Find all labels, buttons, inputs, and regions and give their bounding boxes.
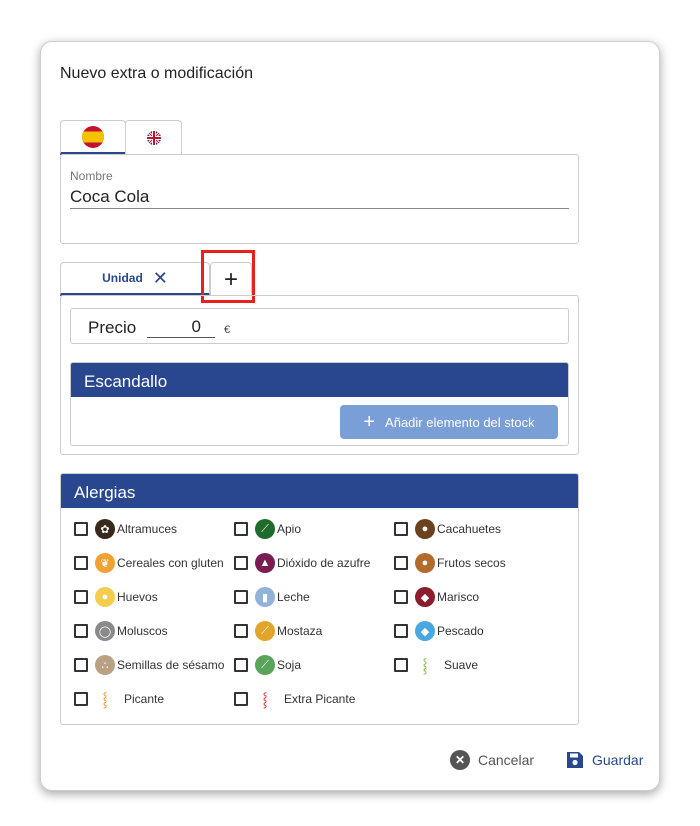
allergy-label: Suave [444,658,479,672]
allergy-checkbox[interactable] [234,556,248,570]
allergy-checkbox[interactable] [234,692,248,706]
unit-panel: Precio 0 € Escandallo + Añadir elemento … [60,295,579,455]
uk-flag-icon [146,131,161,145]
allergy-checkbox[interactable] [234,658,248,672]
allergy-checkbox[interactable] [234,522,248,536]
allergy-label: Dióxido de azufre [277,556,371,570]
allergy-label: Apio [277,522,302,536]
allergy-item: ⸾ Picante [74,688,232,710]
allergy-checkbox[interactable] [74,624,88,638]
allergy-checkbox[interactable] [234,624,248,638]
name-section: Nombre Coca Cola [60,154,579,244]
tab-language-spanish[interactable] [60,120,126,155]
cancel-label: Cancelar [478,752,535,768]
allergy-label: Extra Picante [284,692,356,706]
egg-icon: ● [95,587,115,607]
plus-icon: + [363,411,376,433]
currency-label: € [224,324,231,336]
save-label: Guardar [592,752,644,768]
allergy-item: ❦ Cereales con gluten [74,552,232,574]
milk-icon: ▮ [255,587,275,607]
close-icon[interactable]: ✕ [153,269,168,287]
allergy-label: Cereales con gluten [117,556,224,570]
allergy-item: ● Huevos [74,586,232,608]
name-label: Nombre [70,169,113,183]
allergy-item: ⟋ Mostaza [234,620,392,642]
sulphite-icon: ▲ [255,553,275,573]
allergy-checkbox[interactable] [74,692,88,706]
allergy-item: ⸾ Suave [394,654,552,676]
allergy-checkbox[interactable] [234,590,248,604]
allergy-label: Frutos secos [437,556,506,570]
allergy-checkbox[interactable] [394,658,408,672]
cancel-icon: ✕ [450,750,470,770]
name-input[interactable]: Coca Cola [70,187,569,209]
nuts-icon: ● [415,553,435,573]
save-button[interactable]: Guardar [566,748,643,772]
allergy-item: ◆ Marisco [394,586,552,608]
allergy-checkbox[interactable] [394,624,408,638]
allergy-checkbox[interactable] [394,556,408,570]
allergies-section: Alergias ✿ Altramuces ⟋ Apio ● Cacahuetes ❦ Cer… [60,473,579,725]
price-row: Precio 0 € [70,308,569,344]
allergy-label: Moluscos [117,624,168,638]
allergy-checkbox[interactable] [74,590,88,604]
allergy-item: ⸾ Extra Picante [234,688,392,710]
hot-pepper-icon: ⸾ [102,690,108,707]
tab-unidad-label: Unidad [102,271,143,285]
allergy-checkbox[interactable] [74,556,88,570]
allergy-label: Soja [277,658,302,672]
allergy-item: ◆ Pescado [394,620,552,642]
allergy-checkbox[interactable] [74,522,88,536]
dialog-title: Nuevo extra o modificación [60,65,253,82]
allergy-label: Huevos [117,590,158,604]
allergy-item: ✿ Altramuces [74,518,232,540]
mustard-icon: ⟋ [255,621,275,641]
soy-icon: ⟋ [255,655,275,675]
allergy-checkbox[interactable] [74,658,88,672]
gluten-icon: ❦ [95,553,115,573]
add-stock-item-button[interactable]: + Añadir elemento del stock [340,405,558,439]
allergy-label: Altramuces [117,522,178,536]
allergy-label: Pescado [437,624,484,638]
shellfish-icon: ◆ [415,587,435,607]
allergy-item: ⟋ Apio [234,518,392,540]
extra-hot-pepper-icon: ⸾ [262,690,268,707]
price-input[interactable]: 0 [147,317,215,338]
allergy-checkbox[interactable] [394,522,408,536]
allergy-label: Picante [124,692,165,706]
peanut-icon: ● [415,519,435,539]
save-icon [567,752,583,768]
allergy-item: ◯ Moluscos [74,620,232,642]
allergy-item: ▮ Leche [234,586,392,608]
mollusc-icon: ◯ [95,621,115,641]
price-label: Precio [88,318,137,337]
allergy-item: ▲ Dióxido de azufre [234,552,392,574]
extra-dialog: Nuevo extra o modificación Nombre Coca C… [40,41,660,791]
cancel-button[interactable]: ✕ Cancelar [450,748,534,772]
tab-language-english[interactable] [125,120,182,155]
escandallo-title: Escandallo [71,363,568,397]
allergy-item: ● Cacahuetes [394,518,552,540]
celery-icon: ⟋ [255,519,275,539]
tab-unidad[interactable]: Unidad ✕ [60,262,210,296]
fish-icon: ◆ [415,621,435,641]
add-stock-item-label: Añadir elemento del stock [385,414,535,430]
allergies-title: Alergias [61,474,578,508]
lupin-icon: ✿ [95,519,115,539]
mild-pepper-icon: ⸾ [422,656,428,673]
escandallo-section: Escandallo + Añadir elemento del stock [70,362,569,446]
allergy-item: ● Frutos secos [394,552,552,574]
allergy-label: Cacahuetes [437,522,502,536]
allergy-label: Semillas de sésamo [117,658,225,672]
allergy-checkbox[interactable] [394,590,408,604]
allergy-item: ⟋ Soja [234,654,392,676]
sesame-icon: ∴ [95,655,115,675]
spanish-flag-icon [82,125,104,148]
allergy-label: Leche [277,590,310,604]
allergy-label: Mostaza [277,624,323,638]
allergy-item: ∴ Semillas de sésamo [74,654,232,676]
allergy-label: Marisco [437,590,480,604]
